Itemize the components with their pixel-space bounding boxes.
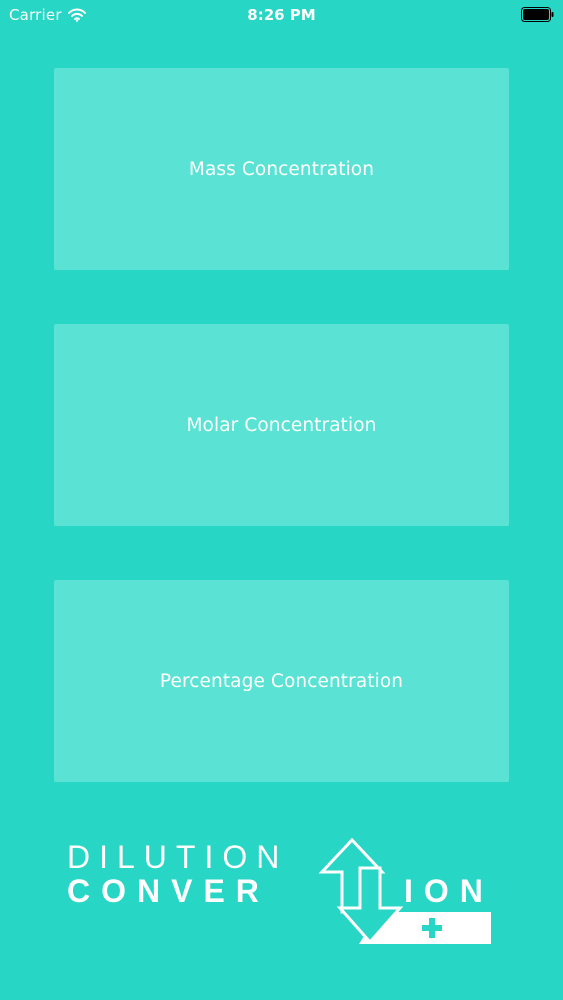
dilution-conversion-logo: DILUTION CONVER ION [67,837,494,945]
mass-concentration-button[interactable]: Mass Concentration [54,68,509,270]
status-time: 8:26 PM [247,6,316,24]
mass-concentration-label: Mass Concentration [188,158,375,180]
molar-concentration-label: Molar Concentration [186,414,377,436]
logo-line2-left-text: CONVER [67,873,270,909]
logo-line2-right-text: ION [404,873,494,909]
percentage-concentration-button[interactable]: Percentage Concentration [54,580,509,782]
status-bar: Carrier 8:26 PM [0,0,563,30]
percentage-concentration-label: Percentage Concentration [159,670,404,692]
molar-concentration-button[interactable]: Molar Concentration [54,324,509,526]
battery-icon [521,7,554,22]
logo-line1-text: DILUTION [67,839,288,875]
